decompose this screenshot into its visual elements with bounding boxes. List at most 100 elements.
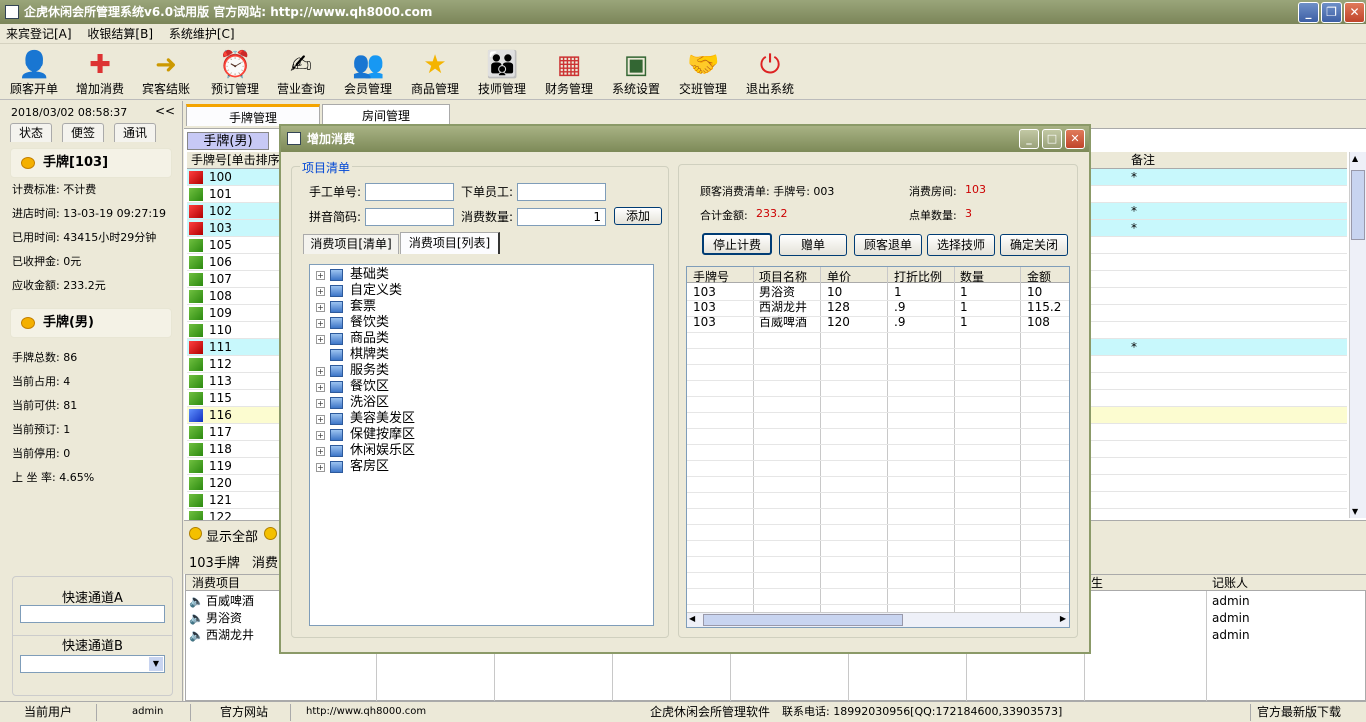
scroll-up-icon[interactable]: ▲ bbox=[1352, 154, 1358, 163]
recorder: admin bbox=[1212, 628, 1250, 642]
toolbar-customer-open-button[interactable]: 👤 顾客开单 bbox=[1, 47, 67, 97]
dialog-maximize-button[interactable]: □ bbox=[1042, 129, 1062, 149]
toolbar-exit-button[interactable]: ⏻ 退出系统 bbox=[737, 47, 803, 97]
tree-item[interactable]: + 美容美发区 bbox=[316, 411, 415, 427]
toolbar-finance-button[interactable]: ▦ 财务管理 bbox=[536, 47, 602, 97]
tree-item[interactable]: + 自定义类 bbox=[316, 283, 402, 299]
scroll-down-icon[interactable]: ▼ bbox=[1352, 507, 1358, 516]
quick-channel-a-input[interactable] bbox=[20, 605, 165, 623]
toolbar-settings-button[interactable]: ▣ 系统设置 bbox=[603, 47, 669, 97]
toolbar-technician-button[interactable]: 👪 技师管理 bbox=[469, 47, 535, 97]
expand-icon[interactable]: + bbox=[316, 447, 325, 456]
toolbar-goods-button[interactable]: ★ 商品管理 bbox=[402, 47, 468, 97]
toolbar-reservation-button[interactable]: ⏰ 预订管理 bbox=[202, 47, 268, 97]
col-amount[interactable]: 金额 bbox=[1027, 268, 1051, 285]
toolbar-query-button[interactable]: ✍ 营业查询 bbox=[268, 47, 334, 97]
divider bbox=[290, 704, 291, 721]
left-panel: 2018/03/02 08:58:37 << 状态 便签 通讯 手牌[103] … bbox=[0, 101, 183, 701]
col-recorder[interactable]: 记账人 bbox=[1212, 575, 1248, 591]
tree-item[interactable]: + 套票 bbox=[316, 299, 376, 315]
collapse-button[interactable]: << bbox=[155, 104, 175, 118]
gift-order-button[interactable]: 赠单 bbox=[779, 234, 847, 256]
col-item[interactable]: 消费项目 bbox=[192, 575, 240, 591]
add-button[interactable]: 添加 bbox=[614, 207, 662, 225]
table-row[interactable]: 103 男浴资 10 1 1 10 bbox=[687, 285, 1069, 300]
tree-item[interactable]: + 餐饮区 bbox=[316, 379, 389, 395]
subtab-tag-male[interactable]: 手牌(男) bbox=[187, 132, 269, 150]
col-tag-number[interactable]: 手牌号[单击排序] bbox=[191, 152, 284, 169]
col-partial[interactable]: 生 bbox=[1091, 575, 1103, 591]
pinyin-input[interactable] bbox=[365, 208, 454, 226]
manual-no-input[interactable] bbox=[365, 183, 454, 201]
tree-item[interactable]: + 保健按摩区 bbox=[316, 427, 415, 443]
tab-tag-management[interactable]: 手牌管理 bbox=[186, 104, 320, 126]
expand-icon[interactable]: + bbox=[316, 335, 325, 344]
tree-item[interactable]: + 休闲娱乐区 bbox=[316, 443, 415, 459]
tab-notes[interactable]: 便签 bbox=[62, 123, 104, 142]
expand-icon[interactable]: + bbox=[316, 463, 325, 472]
close-button[interactable]: ✕ bbox=[1344, 2, 1365, 23]
tree-item[interactable]: + 餐饮类 bbox=[316, 315, 389, 331]
scroll-thumb[interactable] bbox=[1351, 170, 1365, 240]
minimize-button[interactable]: _ bbox=[1298, 2, 1319, 23]
show-all-button[interactable]: 显示全部 bbox=[206, 526, 258, 545]
table-row[interactable]: 103 百威啤酒 120 .9 1 108 bbox=[687, 315, 1069, 330]
maximize-button[interactable]: ❐ bbox=[1321, 2, 1342, 23]
expand-icon[interactable]: + bbox=[316, 303, 325, 312]
col-tag-no[interactable]: 手牌号 bbox=[693, 268, 729, 285]
toolbar-members-button[interactable]: 👥 会员管理 bbox=[335, 47, 401, 97]
scroll-right-icon[interactable]: ▶ bbox=[1060, 614, 1066, 623]
stop-billing-button[interactable]: 停止计费 bbox=[702, 233, 772, 255]
expand-icon[interactable]: + bbox=[316, 367, 325, 376]
expand-icon[interactable]: + bbox=[316, 319, 325, 328]
col-price[interactable]: 单价 bbox=[827, 268, 851, 285]
order-hscroll[interactable]: ◀ ▶ bbox=[687, 612, 1069, 627]
tab-room-management[interactable]: 房间管理 bbox=[322, 104, 450, 126]
contact-phone: 联系电话: 18992030956[QQ:172184600,33903573] bbox=[782, 705, 1063, 718]
toolbar-checkout-button[interactable]: ➜ 宾客结账 bbox=[133, 47, 199, 97]
expand-icon[interactable]: + bbox=[316, 271, 325, 280]
tree-item[interactable]: + 客房区 bbox=[316, 459, 389, 475]
expand-icon[interactable]: + bbox=[316, 383, 325, 392]
expand-icon[interactable]: + bbox=[316, 431, 325, 440]
quick-channel-b-select[interactable]: ▼ bbox=[20, 655, 165, 673]
select-technician-button[interactable]: 选择技师 bbox=[927, 234, 995, 256]
toolbar-shift-button[interactable]: 🤝 交班管理 bbox=[670, 47, 736, 97]
hscroll-thumb[interactable] bbox=[703, 614, 903, 626]
chevron-down-icon[interactable]: ▼ bbox=[149, 657, 163, 671]
table-row[interactable]: 103 西湖龙井 128 .9 1 115.2 bbox=[687, 300, 1069, 315]
website-link[interactable]: http://www.qh8000.com bbox=[306, 702, 426, 722]
website-label: 官方网站 bbox=[220, 705, 269, 719]
menu-system[interactable]: 系统维护[C] bbox=[163, 24, 241, 44]
tab-item-tree[interactable]: 消费项目[列表] bbox=[400, 232, 500, 254]
grid-scrollbar[interactable]: ▲ ▼ bbox=[1349, 152, 1366, 518]
quantity-input[interactable]: 1 bbox=[517, 208, 606, 226]
scroll-left-icon[interactable]: ◀ bbox=[689, 614, 695, 623]
expand-icon[interactable]: + bbox=[316, 399, 325, 408]
tree-item[interactable]: + 洗浴区 bbox=[316, 395, 389, 411]
col-item-name[interactable]: 项目名称 bbox=[759, 268, 807, 285]
col-note[interactable]: 备注 bbox=[1131, 152, 1155, 169]
download-link[interactable]: 官方最新版下载 bbox=[1257, 702, 1341, 722]
dialog-minimize-button[interactable]: _ bbox=[1019, 129, 1039, 149]
tree-item[interactable]: + 基础类 bbox=[316, 267, 389, 283]
expand-icon[interactable]: + bbox=[316, 287, 325, 296]
tab-contacts[interactable]: 通讯 bbox=[114, 123, 156, 142]
tab-item-list[interactable]: 消费项目[清单] bbox=[303, 234, 399, 254]
tree-item[interactable]: + 商品类 bbox=[316, 331, 389, 347]
expand-icon[interactable]: + bbox=[316, 415, 325, 424]
tree-item[interactable]: + 服务类 bbox=[316, 363, 389, 379]
tree-item[interactable]: +棋牌类 bbox=[330, 347, 389, 363]
tab-status[interactable]: 状态 bbox=[10, 123, 52, 142]
menu-checkout[interactable]: 收银结算[B] bbox=[81, 24, 159, 44]
menu-guest-register[interactable]: 来宾登记[A] bbox=[0, 24, 78, 44]
col-quantity[interactable]: 数量 bbox=[960, 268, 984, 285]
dialog-close-button[interactable]: ✕ bbox=[1065, 129, 1085, 149]
confirm-close-button[interactable]: 确定关闭 bbox=[1000, 234, 1068, 256]
refund-order-button[interactable]: 顾客退单 bbox=[854, 234, 922, 256]
tag-number: 103 bbox=[209, 221, 232, 235]
staff-input[interactable] bbox=[517, 183, 606, 201]
filter-icon[interactable] bbox=[264, 527, 277, 540]
toolbar-add-consumption-button[interactable]: ✚ 增加消费 bbox=[67, 47, 133, 97]
col-discount[interactable]: 打折比例 bbox=[894, 268, 942, 285]
